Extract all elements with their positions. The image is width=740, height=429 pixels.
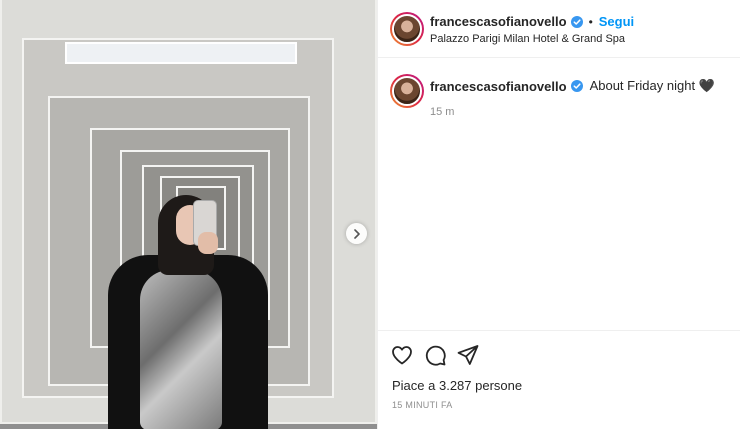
person-dress bbox=[140, 270, 222, 429]
header-user-row: francescasofianovello • Segui bbox=[430, 14, 634, 29]
verified-badge-icon bbox=[570, 80, 583, 92]
heart-icon[interactable] bbox=[390, 343, 414, 367]
comment-icon[interactable] bbox=[423, 343, 447, 367]
post-side-panel: francescasofianovello • Segui Palazzo Pa… bbox=[377, 0, 740, 429]
post-image[interactable] bbox=[0, 0, 377, 429]
caption-avatar[interactable] bbox=[390, 74, 424, 108]
post-timestamp[interactable]: 15 MINUTI FA bbox=[392, 400, 453, 410]
likes-count[interactable]: Piace a 3.287 persone bbox=[392, 378, 522, 393]
location-link[interactable]: Palazzo Parigi Milan Hotel & Grand Spa bbox=[430, 33, 625, 45]
caption-text: About Friday night 🖤 bbox=[589, 78, 715, 93]
verified-badge-icon bbox=[570, 15, 583, 28]
separator-dot: • bbox=[588, 14, 593, 29]
ceiling-light bbox=[65, 42, 297, 64]
paper-plane-icon[interactable] bbox=[456, 343, 480, 367]
caption-time[interactable]: 15 m bbox=[430, 106, 454, 118]
post-actions: Piace a 3.287 persone 15 MINUTI FA bbox=[378, 330, 740, 429]
caption: francescasofianovello About Friday night… bbox=[430, 78, 715, 94]
next-photo-button[interactable] bbox=[346, 223, 367, 244]
avatar[interactable] bbox=[390, 12, 424, 46]
post-dialog: francescasofianovello • Segui Palazzo Pa… bbox=[0, 0, 740, 429]
follow-button[interactable]: Segui bbox=[599, 14, 634, 29]
person-hand bbox=[198, 232, 218, 254]
chevron-right-icon bbox=[353, 228, 360, 239]
caption-username[interactable]: francescasofianovello bbox=[430, 79, 567, 94]
header-username[interactable]: francescasofianovello bbox=[430, 14, 567, 29]
post-header: francescasofianovello • Segui Palazzo Pa… bbox=[378, 0, 740, 58]
